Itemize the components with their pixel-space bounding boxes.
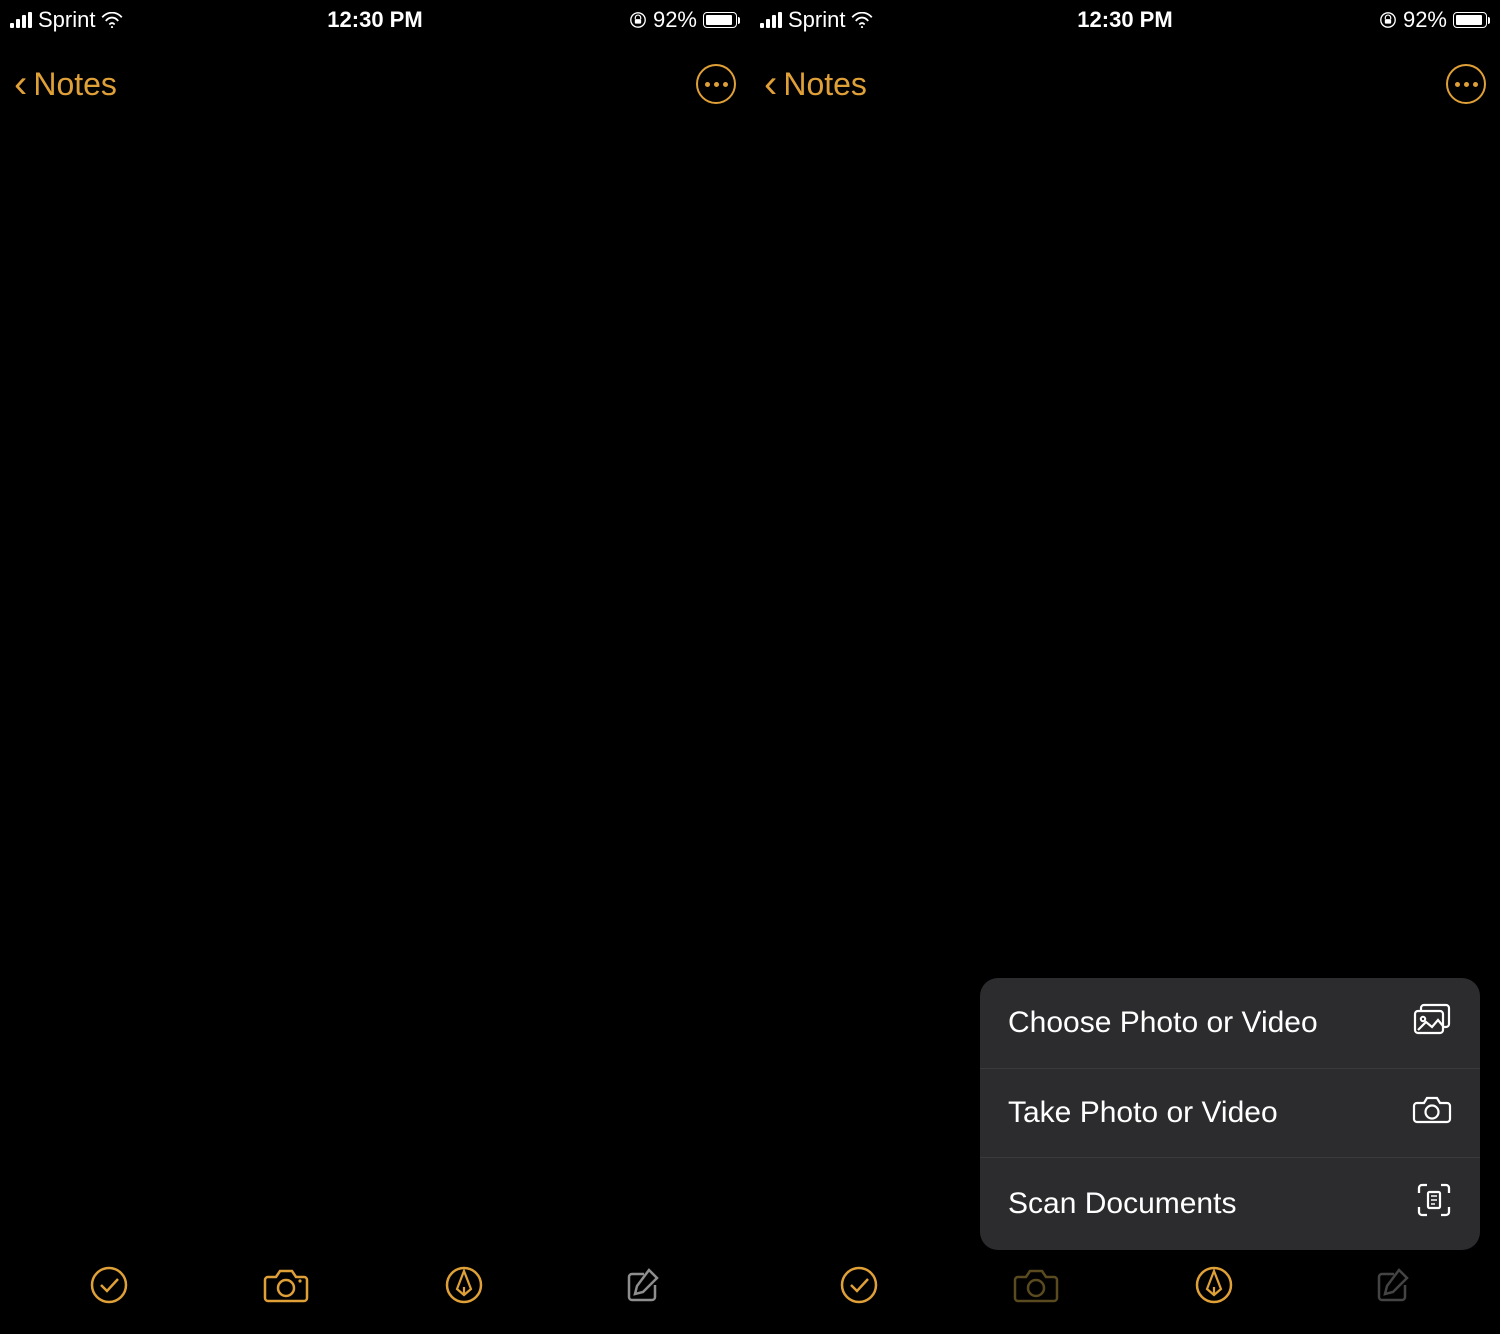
bottom-toolbar [750, 1256, 1500, 1334]
photo-library-icon [1412, 1002, 1452, 1044]
pen-tip-icon [1194, 1265, 1234, 1305]
bottom-toolbar [0, 1256, 750, 1334]
checkmark-circle-icon [89, 1265, 129, 1305]
battery-percent-label: 92% [653, 7, 697, 33]
more-options-button[interactable] [696, 64, 736, 104]
back-button[interactable]: ‹ Notes [14, 64, 117, 104]
status-bar: Sprint 12:30 PM 92% [0, 0, 750, 40]
wifi-icon [101, 12, 123, 28]
scan-documents-menu-item[interactable]: Scan Documents [980, 1157, 1480, 1250]
more-options-button[interactable] [1446, 64, 1486, 104]
pen-tip-icon [444, 1265, 484, 1305]
ellipsis-icon [1455, 82, 1478, 87]
battery-icon [703, 12, 740, 28]
compose-icon [621, 1265, 661, 1305]
rotation-lock-icon [1379, 11, 1397, 29]
chevron-left-icon: ‹ [14, 64, 27, 104]
menu-item-label: Take Photo or Video [1008, 1096, 1278, 1130]
menu-item-label: Scan Documents [1008, 1187, 1236, 1221]
battery-percent-label: 92% [1403, 7, 1447, 33]
markup-button[interactable] [1190, 1261, 1238, 1309]
back-button[interactable]: ‹ Notes [764, 64, 867, 104]
checklist-button[interactable] [85, 1261, 133, 1309]
back-label: Notes [783, 66, 867, 103]
back-label: Notes [33, 66, 117, 103]
take-photo-menu-item[interactable]: Take Photo or Video [980, 1068, 1480, 1157]
rotation-lock-icon [629, 11, 647, 29]
ellipsis-icon [705, 82, 728, 87]
navigation-bar: ‹ Notes [0, 40, 750, 128]
cellular-signal-icon [760, 12, 782, 28]
camera-button[interactable] [1012, 1261, 1060, 1309]
cellular-signal-icon [10, 12, 32, 28]
clock-label: 12:30 PM [1077, 7, 1172, 33]
camera-button[interactable] [262, 1261, 310, 1309]
status-bar: Sprint 12:30 PM 92% [750, 0, 1500, 40]
checkmark-circle-icon [839, 1265, 879, 1305]
menu-item-label: Choose Photo or Video [1008, 1006, 1318, 1040]
carrier-label: Sprint [788, 7, 845, 33]
carrier-label: Sprint [38, 7, 95, 33]
wifi-icon [851, 12, 873, 28]
screen-right: Sprint 12:30 PM 92% ‹ Notes [750, 0, 1500, 1334]
compose-button[interactable] [617, 1261, 665, 1309]
checklist-button[interactable] [835, 1261, 883, 1309]
battery-icon [1453, 12, 1490, 28]
markup-button[interactable] [440, 1261, 488, 1309]
camera-options-popover: Choose Photo or Video Take Photo or Vide… [980, 978, 1480, 1250]
navigation-bar: ‹ Notes [750, 40, 1500, 128]
camera-icon [1412, 1093, 1452, 1133]
compose-button[interactable] [1367, 1261, 1415, 1309]
camera-icon [262, 1265, 310, 1305]
camera-icon [1012, 1265, 1060, 1305]
chevron-left-icon: ‹ [764, 64, 777, 104]
clock-label: 12:30 PM [327, 7, 422, 33]
screen-left: Sprint 12:30 PM 92% ‹ Notes [0, 0, 750, 1334]
scan-icon [1416, 1182, 1452, 1226]
compose-icon [1371, 1265, 1411, 1305]
choose-photo-menu-item[interactable]: Choose Photo or Video [980, 978, 1480, 1068]
